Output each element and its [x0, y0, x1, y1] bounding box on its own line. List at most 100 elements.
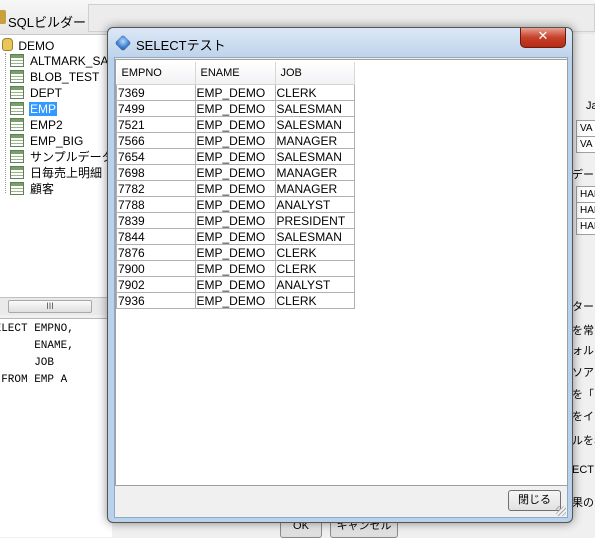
cell-job[interactable]: SALESMAN	[274, 100, 355, 117]
cell-empno[interactable]: 7788	[116, 196, 196, 213]
cell-job[interactable]: ANALYST	[274, 196, 355, 213]
cell-job[interactable]: SALESMAN	[274, 148, 355, 165]
result-grid[interactable]: EMPNO ENAME JOB 7369 EMP_DEMO CLERK 7499 EM…	[116, 62, 355, 309]
cell-ename[interactable]: EMP_DEMO	[194, 276, 276, 293]
cell-empno[interactable]: 7902	[116, 276, 196, 293]
cell-empno[interactable]: 7936	[116, 292, 196, 309]
right-field[interactable]: HAF	[576, 218, 595, 235]
tree-item-customers[interactable]: 顧客	[10, 181, 55, 197]
dialog-titlebar[interactable]: SELECTテスト ✕	[108, 28, 572, 57]
sql-line: ENAME,	[34, 340, 74, 352]
cell-ename[interactable]: EMP_DEMO	[194, 260, 276, 277]
cell-empno[interactable]: 7839	[116, 212, 196, 229]
tree-connector-line	[5, 53, 6, 193]
right-field[interactable]: VA	[576, 136, 595, 153]
right-fragment: ター	[572, 301, 594, 313]
app-icon	[0, 10, 6, 24]
tree-item-label: EMP	[29, 102, 58, 116]
cell-ename[interactable]: EMP_DEMO	[194, 180, 276, 197]
right-fragment: ォルト	[572, 345, 595, 357]
result-grid-area[interactable]: EMPNO ENAME JOB 7369 EMP_DEMO CLERK 7499 EM…	[115, 59, 568, 486]
table-icon	[10, 182, 24, 195]
right-field[interactable]: VA	[576, 120, 595, 137]
tree-item-blob-test[interactable]: BLOB_TEST	[10, 69, 100, 85]
tree-item-label: ALTMARK_SAM	[30, 54, 119, 68]
tree-item-label: EMP_BIG	[30, 134, 84, 148]
table-row: 7844 EMP_DEMO SALESMAN	[116, 228, 355, 245]
resize-grip-icon[interactable]	[556, 506, 566, 516]
cell-ename[interactable]: EMP_DEMO	[194, 100, 276, 117]
cell-job[interactable]: SALESMAN	[274, 116, 355, 133]
cell-ename[interactable]: EMP_DEMO	[194, 228, 276, 245]
cell-ename[interactable]: EMP_DEMO	[194, 132, 276, 149]
cell-job[interactable]: CLERK	[274, 244, 355, 261]
close-icon[interactable]: ✕	[520, 28, 566, 48]
table-icon	[10, 54, 24, 67]
cell-job[interactable]: CLERK	[274, 260, 355, 277]
column-header-empno[interactable]: EMPNO	[116, 62, 196, 85]
cell-ename[interactable]: EMP_DEMO	[194, 148, 276, 165]
cell-ename[interactable]: EMP_DEMO	[194, 212, 276, 229]
cell-empno[interactable]: 7782	[116, 180, 196, 197]
tree-item-label: 顧客	[30, 182, 55, 196]
cell-empno[interactable]: 7499	[116, 100, 196, 117]
tree-item-emp[interactable]: EMP	[10, 101, 58, 117]
tree-item-emp-big[interactable]: EMP_BIG	[10, 133, 84, 149]
table-row: 7936 EMP_DEMO CLERK	[116, 292, 355, 309]
column-header-job[interactable]: JOB	[275, 62, 355, 85]
cell-ename[interactable]: EMP_DEMO	[194, 84, 276, 101]
table-row: 7902 EMP_DEMO ANALYST	[116, 276, 355, 293]
right-field[interactable]: HAF	[576, 202, 595, 219]
table-row: 7566 EMP_DEMO MANAGER	[116, 132, 355, 149]
cell-job[interactable]: CLERK	[274, 84, 355, 101]
cell-empno[interactable]: 7844	[116, 228, 196, 245]
dialog-app-icon	[114, 34, 132, 52]
cell-empno[interactable]: 7369	[116, 84, 196, 101]
cell-empno[interactable]: 7521	[116, 116, 196, 133]
table-row: 7900 EMP_DEMO CLERK	[116, 260, 355, 277]
table-row: 7839 EMP_DEMO PRESIDENT	[116, 212, 355, 229]
cell-empno[interactable]: 7876	[116, 244, 196, 261]
cell-job[interactable]: MANAGER	[274, 132, 355, 149]
cell-job[interactable]: SALESMAN	[274, 228, 355, 245]
cell-empno[interactable]: 7566	[116, 132, 196, 149]
tree-item-label: サンプルデータ	[30, 150, 114, 164]
cell-ename[interactable]: EMP_DEMO	[194, 292, 276, 309]
column-header-ename[interactable]: ENAME	[195, 62, 276, 85]
tree-item-label: BLOB_TEST	[30, 70, 100, 84]
cell-ename[interactable]: EMP_DEMO	[194, 244, 276, 261]
sql-line: SELECT EMPNO,	[0, 323, 74, 335]
cell-job[interactable]: PRESIDENT	[274, 212, 355, 229]
tree-item-sample-data[interactable]: サンプルデータ	[10, 149, 115, 165]
sql-text-panel[interactable]: SELECT EMPNO, ENAME, JOB FROM EMP A	[0, 318, 112, 537]
tree-root-label: DEMO	[18, 39, 55, 53]
right-fragment: ECT	[572, 464, 594, 476]
table-row: 7698 EMP_DEMO MANAGER	[116, 164, 355, 181]
tree-item-daily-sales[interactable]: 日毎売上明細	[10, 165, 103, 181]
cell-job[interactable]: ANALYST	[274, 276, 355, 293]
right-field[interactable]: HAF	[576, 186, 595, 203]
scrollbar-thumb[interactable]: III	[8, 300, 92, 313]
select-test-dialog: SELECTテスト ✕ EMPNO ENAME JOB 7369 EMP_DEMO…	[107, 27, 573, 523]
cell-empno[interactable]: 7654	[116, 148, 196, 165]
cell-job[interactable]: MANAGER	[274, 164, 355, 181]
right-fragment: 果の	[572, 497, 594, 509]
cell-ename[interactable]: EMP_DEMO	[194, 196, 276, 213]
cell-ename[interactable]: EMP_DEMO	[194, 116, 276, 133]
cell-job[interactable]: CLERK	[274, 292, 355, 309]
right-fragment: をイ	[572, 411, 594, 423]
close-dialog-button[interactable]: 閉じる	[508, 490, 561, 511]
table-icon	[10, 118, 24, 131]
table-icon	[10, 166, 24, 179]
tree-item-altmark[interactable]: ALTMARK_SAM	[10, 53, 119, 69]
cell-empno[interactable]: 7698	[116, 164, 196, 181]
cell-job[interactable]: MANAGER	[274, 180, 355, 197]
tree-horizontal-scrollbar[interactable]: III	[0, 297, 112, 315]
right-fragment: ソアス	[572, 367, 595, 379]
cell-empno[interactable]: 7900	[116, 260, 196, 277]
tree-root-demo[interactable]: DEMO	[2, 38, 54, 54]
tree-item-emp2[interactable]: EMP2	[10, 117, 64, 133]
table-icon	[10, 150, 24, 163]
cell-ename[interactable]: EMP_DEMO	[194, 164, 276, 181]
tree-item-dept[interactable]: DEPT	[10, 85, 63, 101]
